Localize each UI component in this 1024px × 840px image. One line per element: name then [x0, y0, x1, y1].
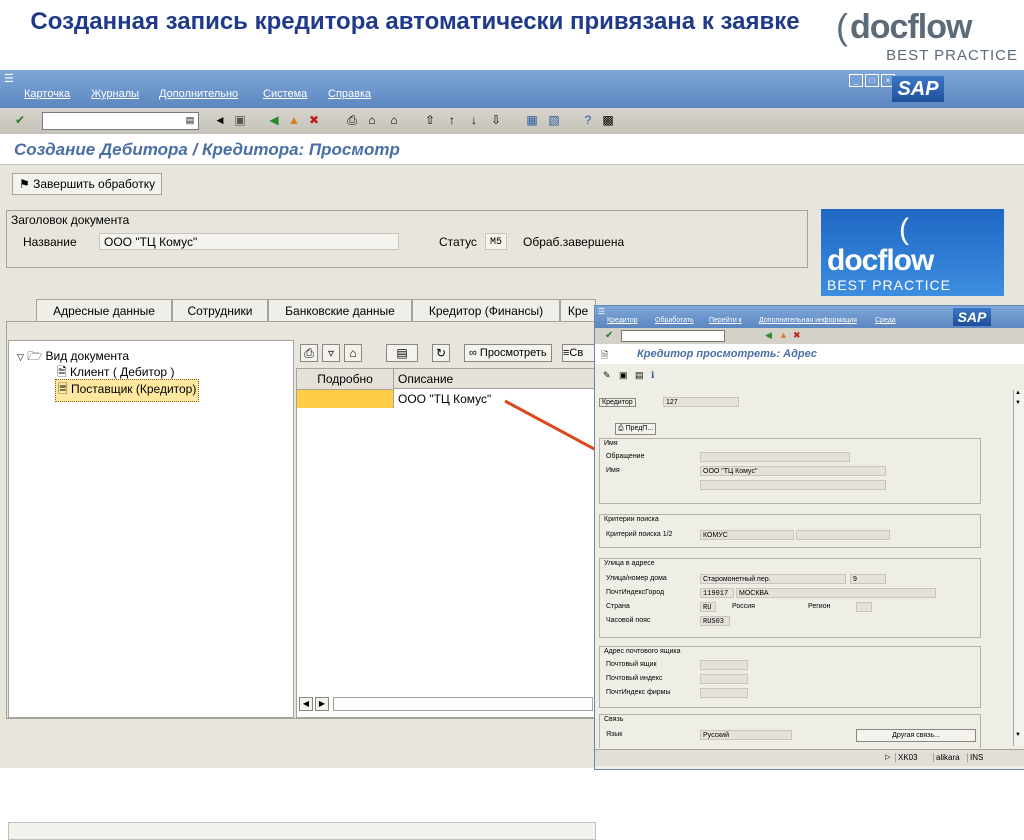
print-preview-label: ПредП...	[625, 425, 654, 432]
company-zip-field[interactable]	[700, 688, 748, 698]
popup-menu-goto[interactable]: Перейти к	[709, 317, 742, 324]
status-tcode: XK03	[895, 753, 918, 762]
street-label: Улица/номер дома	[606, 575, 667, 582]
popup-status-bar: ▷ XK03 alikara INS	[595, 749, 1024, 766]
popup-screen-title: Кредитор просмотреть: Адрес	[637, 348, 817, 360]
po-box-group-label: Адрес почтового ящика	[604, 648, 681, 655]
name-group: Имя Обращение Имя ООО "ТЦ Комус"	[599, 438, 981, 504]
other-communication-button[interactable]: Другая связь...	[856, 729, 976, 742]
status-toggle-icon[interactable]: ▷	[885, 753, 890, 761]
language-label: Язык	[606, 731, 623, 738]
country-code-field[interactable]: RU	[700, 602, 716, 612]
popup-menu-extras[interactable]: Дополнительная информация	[759, 317, 857, 324]
vendor-label: Кредитор	[599, 398, 636, 407]
country-name: Россия	[732, 603, 755, 610]
salutation-field[interactable]	[700, 452, 850, 462]
vendor-address-window: ☰ Кредитор Обработать Перейти к Дополнит…	[594, 305, 1024, 770]
salutation-label: Обращение	[606, 453, 645, 460]
popup-cancel-icon[interactable]: ✖	[793, 330, 801, 341]
po-box-field[interactable]	[700, 660, 748, 670]
region-label: Регион	[808, 603, 831, 610]
popup-toolbar: ✔ ◀ ▲ ✖	[595, 328, 1024, 345]
po-box-group: Адрес почтового ящика Почтовый ящик Почт…	[599, 646, 981, 708]
popup-copy-icon[interactable]: ▤	[635, 370, 644, 381]
house-number-field[interactable]: 9	[850, 574, 886, 584]
name-field[interactable]: ООО "ТЦ Комус"	[700, 466, 886, 476]
scroll-down-icon[interactable]: ▼	[1015, 732, 1021, 738]
name-field-2[interactable]	[700, 480, 886, 490]
popup-back-icon[interactable]: ◀	[765, 330, 772, 341]
language-field[interactable]: Русский	[700, 730, 792, 740]
popup-menu-edit[interactable]: Обработать	[655, 317, 694, 324]
popup-sap-logo: SAP	[953, 308, 991, 326]
popup-menu-vendor[interactable]: Кредитор	[607, 317, 638, 324]
popup-system-menu-icon[interactable]: ☰	[598, 307, 605, 316]
company-zip-label: ПочтИндекс фирмы	[606, 689, 671, 696]
po-box-zip-label: Почтовый индекс	[606, 675, 663, 682]
popup-command-field[interactable]	[621, 330, 725, 342]
street-field[interactable]: Старомонетный пер.	[700, 574, 846, 584]
street-address-group: Улица в адресе Улица/номер дома Старомон…	[599, 558, 981, 638]
name-label: Имя	[606, 467, 620, 474]
country-label: Страна	[606, 603, 630, 610]
info-icon[interactable]: ℹ	[651, 370, 654, 381]
postal-code-field[interactable]: 119017	[700, 588, 734, 598]
city-label: ПочтИндексГород	[606, 589, 665, 596]
search-term-1-field[interactable]: КОМУС	[700, 530, 794, 540]
region-field[interactable]	[856, 602, 872, 612]
bottom-panel	[8, 822, 596, 840]
print-preview-button[interactable]: ⎙ ПредП...	[615, 423, 657, 435]
po-box-zip-field[interactable]	[700, 674, 748, 684]
city-field[interactable]: МОСКВА	[736, 588, 936, 598]
vendor-field[interactable]: 127	[663, 397, 739, 407]
search-term-2-field[interactable]	[796, 530, 890, 540]
time-zone-field[interactable]: RUS03	[700, 616, 730, 626]
popup-save-icon[interactable]: ▣	[619, 370, 628, 381]
popup-app-toolbar: ✎ ▣ ▤ ℹ	[595, 366, 1024, 384]
popup-menu-environment[interactable]: Среда	[875, 317, 896, 324]
edit-pencil-icon[interactable]: ✎	[603, 370, 611, 381]
printer-icon: ⎙	[618, 425, 624, 432]
popup-content: Кредитор 127 ⎙ ПредП... Имя Обращение Им…	[595, 386, 1013, 748]
time-zone-label: Часовой пояс	[606, 617, 651, 624]
search-term-label: Критерий поиска 1/2	[606, 531, 673, 538]
search-criteria-group: Критерии поиска Критерий поиска 1/2 КОМУ…	[599, 514, 981, 548]
scroll-page-down-icon[interactable]: ▼	[1015, 400, 1021, 406]
street-group-label: Улица в адресе	[604, 560, 655, 567]
popup-title-icon: 🗎	[601, 350, 609, 360]
search-group-label: Критерии поиска	[604, 516, 659, 523]
popup-title-strip: ☰ Кредитор Обработать Перейти к Дополнит…	[595, 306, 1024, 328]
popup-screen-title-bar: 🗎 Кредитор просмотреть: Адрес	[595, 344, 1024, 364]
name-group-label: Имя	[604, 440, 618, 447]
popup-enter-icon[interactable]: ✔	[605, 330, 613, 341]
popup-exit-icon[interactable]: ▲	[779, 330, 788, 340]
status-mode: INS	[967, 753, 983, 762]
status-user: alikara	[933, 753, 960, 762]
communication-group-label: Связь	[604, 716, 624, 723]
po-box-label: Почтовый ящик	[606, 661, 657, 668]
communication-group: Связь Язык Русский Другая связь...	[599, 714, 981, 748]
popup-vertical-scrollbar[interactable]: ▲ ▼ ▼	[1013, 390, 1024, 746]
scroll-up-icon[interactable]: ▲	[1015, 390, 1021, 396]
